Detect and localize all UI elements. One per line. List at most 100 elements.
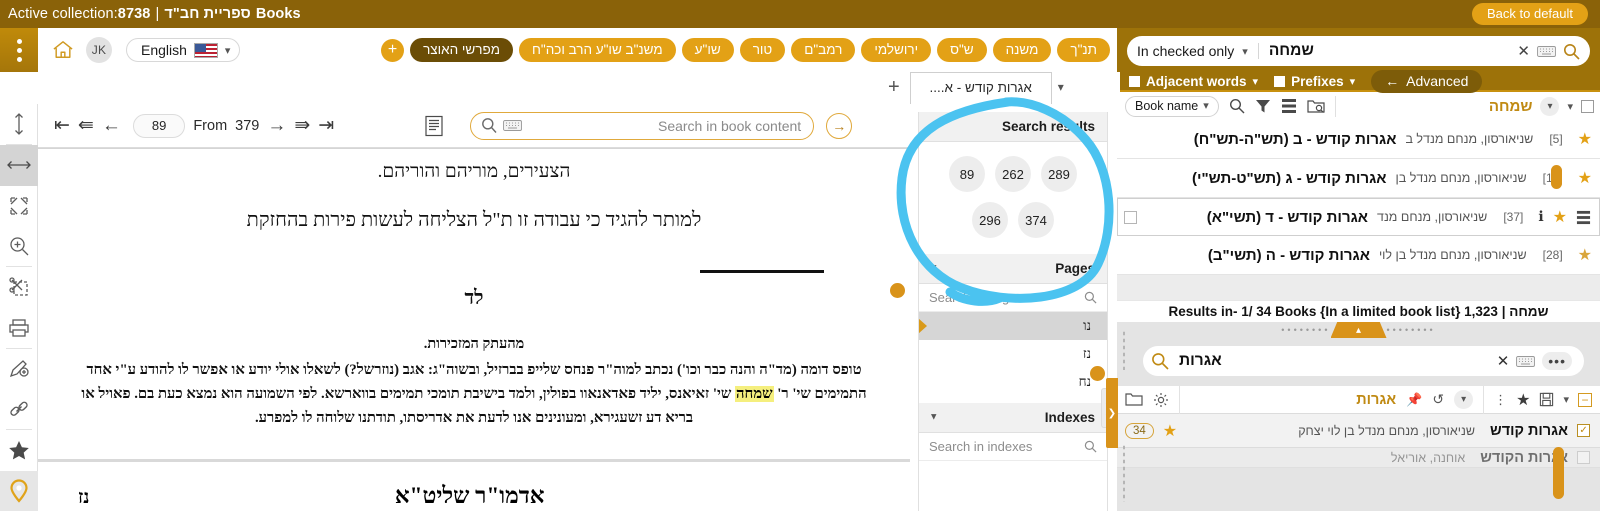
clear-search-icon[interactable]: ✕ xyxy=(1517,42,1530,60)
page-divider-knob-top[interactable] xyxy=(890,283,905,298)
book-list-row[interactable]: ✓ אגרות קודש שניאורסון, מנחם מנדל בן לוי… xyxy=(1117,414,1600,448)
collapse-all-icon[interactable]: − xyxy=(1578,393,1592,407)
save-icon[interactable] xyxy=(1539,392,1554,407)
more-options-icon[interactable]: ••• xyxy=(1542,352,1572,370)
row-checkbox[interactable] xyxy=(1124,211,1137,224)
table-of-contents-icon[interactable] xyxy=(424,115,444,137)
result-chip[interactable]: 289 xyxy=(1041,156,1077,192)
results-scrollbar[interactable] xyxy=(1551,165,1562,189)
pill-mefarshei[interactable]: מפרשי האוצר xyxy=(410,38,513,62)
book-list-search-bar[interactable]: ••• ✕ אגרות xyxy=(1143,346,1584,376)
book-result-row[interactable]: ★ [5] שניאורסון, מנחם מנדל ב אגרות קודש … xyxy=(1117,120,1600,159)
adjacent-words-option[interactable]: Adjacent words ▾ xyxy=(1129,74,1258,89)
pill-tanach[interactable]: תנ"ך xyxy=(1057,38,1110,62)
row-checkbox-checked[interactable]: ✓ xyxy=(1577,424,1590,437)
prefixes-option[interactable]: Prefixes ▾ xyxy=(1274,74,1355,89)
settings-gear-icon[interactable] xyxy=(1153,392,1169,408)
first-page-icon[interactable]: ⇤ xyxy=(38,114,74,137)
expand-panel-tab[interactable]: ❯ xyxy=(1106,378,1118,448)
crop-icon[interactable] xyxy=(0,267,38,307)
chevron-down-icon[interactable]: ▾ xyxy=(1253,75,1259,88)
language-selector[interactable]: English ▾ xyxy=(126,38,240,62)
pill-mishna[interactable]: משנה xyxy=(993,38,1052,62)
favorite-star-icon[interactable]: ★ xyxy=(1516,390,1530,410)
favorite-star-icon[interactable]: ★ xyxy=(1578,245,1592,265)
chevron-up-icon[interactable]: ▴ xyxy=(931,262,937,275)
search-icon[interactable] xyxy=(1151,352,1169,370)
search-icon[interactable] xyxy=(1229,98,1245,114)
page-list-item[interactable]: נז xyxy=(919,340,1107,368)
page-divider-knob-bottom[interactable] xyxy=(1090,366,1105,381)
book-list-row[interactable]: אגרות הקודש אוחנה, אוריאל xyxy=(1117,448,1600,468)
list-view-icon[interactable] xyxy=(1576,210,1591,225)
pill-yerushalmi[interactable]: ירושלמי xyxy=(861,38,931,62)
jump-forward-icon[interactable]: ⇛ xyxy=(290,114,314,137)
advanced-search-button[interactable]: ← Advanced xyxy=(1371,70,1482,93)
annotate-icon[interactable] xyxy=(0,349,38,389)
keyboard-icon[interactable] xyxy=(503,120,522,131)
favorite-star-icon[interactable] xyxy=(0,430,38,470)
add-tab-button[interactable]: + xyxy=(880,72,910,99)
submit-search-icon[interactable]: → xyxy=(826,113,852,139)
pill-mishna-brura[interactable]: משנ"ב שו"ע הרב וכה"ח xyxy=(519,38,676,62)
result-chip[interactable]: 262 xyxy=(995,156,1031,192)
chevron-down-icon[interactable]: ▾ xyxy=(1563,393,1569,406)
info-icon[interactable]: ℹ xyxy=(1538,209,1543,226)
select-all-checkbox[interactable] xyxy=(1581,100,1594,113)
book-result-row[interactable]: ★ [10] שניאורסון, מנחם מנדל בן אגרות קוד… xyxy=(1117,159,1600,198)
search-input-value[interactable]: שמחה xyxy=(1259,42,1314,60)
back-to-default-button[interactable]: Back to default xyxy=(1472,3,1588,25)
menu-kebab-icon[interactable] xyxy=(0,28,38,72)
book-content-search[interactable]: Search in book content xyxy=(470,112,814,140)
favorite-star-icon[interactable]: ★ xyxy=(1553,207,1567,227)
page-list-item[interactable]: נו xyxy=(919,312,1107,340)
filter-icon[interactable] xyxy=(1255,98,1271,114)
pin-icon[interactable]: 📌 xyxy=(1406,392,1422,408)
last-page-icon[interactable]: ⇥ xyxy=(314,114,338,137)
book-result-row[interactable]: ★ [28] שניאורסון, מנחם מנדל בן לוי אגרות… xyxy=(1117,236,1600,275)
search-results-section-header[interactable]: Search results ▴ xyxy=(919,112,1107,142)
current-page-input[interactable]: 89 xyxy=(133,114,185,138)
keyboard-icon[interactable] xyxy=(1516,356,1535,367)
more-vertical-icon[interactable]: ⋮ xyxy=(1494,393,1507,406)
result-chip[interactable]: 89 xyxy=(949,156,985,192)
jump-back-icon[interactable]: ⇚ xyxy=(74,114,98,137)
chevron-down-icon[interactable]: ▾ xyxy=(1567,100,1573,113)
book-result-row-selected[interactable]: ★ ℹ [37] שניאורסון, מנחם מנד אגרות קודש … xyxy=(1117,198,1600,236)
panel-grip-bar[interactable]: •••••••• ▴ •••••••• xyxy=(1117,322,1600,338)
vertical-scroll-icon[interactable] xyxy=(0,104,38,144)
refresh-icon[interactable]: ↺ xyxy=(1432,391,1444,408)
row-checkbox[interactable] xyxy=(1577,451,1590,464)
keyboard-icon[interactable] xyxy=(1537,46,1556,57)
favorite-star-icon[interactable]: ★ xyxy=(1578,129,1592,149)
pill-shulchan-aruch[interactable]: שו"ע xyxy=(682,38,734,62)
favorite-star-icon[interactable]: ★ xyxy=(1163,421,1177,441)
print-icon[interactable] xyxy=(0,308,38,348)
zoom-in-icon[interactable] xyxy=(0,226,38,266)
pill-add[interactable]: + xyxy=(381,39,404,62)
pill-shas[interactable]: ש"ס xyxy=(937,38,987,62)
clear-book-list-search-icon[interactable]: ✕ xyxy=(1497,352,1510,370)
book-tab-active[interactable]: אגרות קודש - א.... xyxy=(910,72,1052,104)
search-scope-select[interactable]: In checked only ▾ xyxy=(1133,43,1259,59)
collapse-panel-icon[interactable]: ▴ xyxy=(1331,322,1387,338)
indexes-section-header[interactable]: Indexes ▴ xyxy=(919,403,1107,433)
list-dropdown-icon[interactable]: ▾ xyxy=(1454,390,1473,409)
horizontal-scroll-icon[interactable] xyxy=(0,145,38,185)
main-search-bar[interactable]: ✕ שמחה In checked only ▾ xyxy=(1127,36,1590,66)
chevron-down-icon[interactable]: ▾ xyxy=(1350,75,1356,88)
book-list-scrollbar[interactable] xyxy=(1553,447,1564,499)
avatar[interactable]: JK xyxy=(86,37,112,63)
next-page-icon[interactable]: → xyxy=(263,115,290,137)
prev-page-icon[interactable]: ← xyxy=(98,115,125,137)
result-chip[interactable]: 374 xyxy=(1018,202,1054,238)
location-pin-icon[interactable] xyxy=(0,471,38,511)
book-list-search-value[interactable]: אגרות xyxy=(1169,352,1222,370)
chevron-up-icon[interactable]: ▴ xyxy=(931,120,937,133)
tab-chevron-down-icon[interactable]: ▾ xyxy=(1052,72,1070,94)
pages-section-header[interactable]: Pages ▴ xyxy=(919,254,1107,284)
favorite-star-icon[interactable]: ★ xyxy=(1578,168,1592,188)
folder-search-icon[interactable] xyxy=(1307,98,1325,114)
result-chip[interactable]: 296 xyxy=(972,202,1008,238)
open-folder-icon[interactable] xyxy=(1125,392,1143,407)
